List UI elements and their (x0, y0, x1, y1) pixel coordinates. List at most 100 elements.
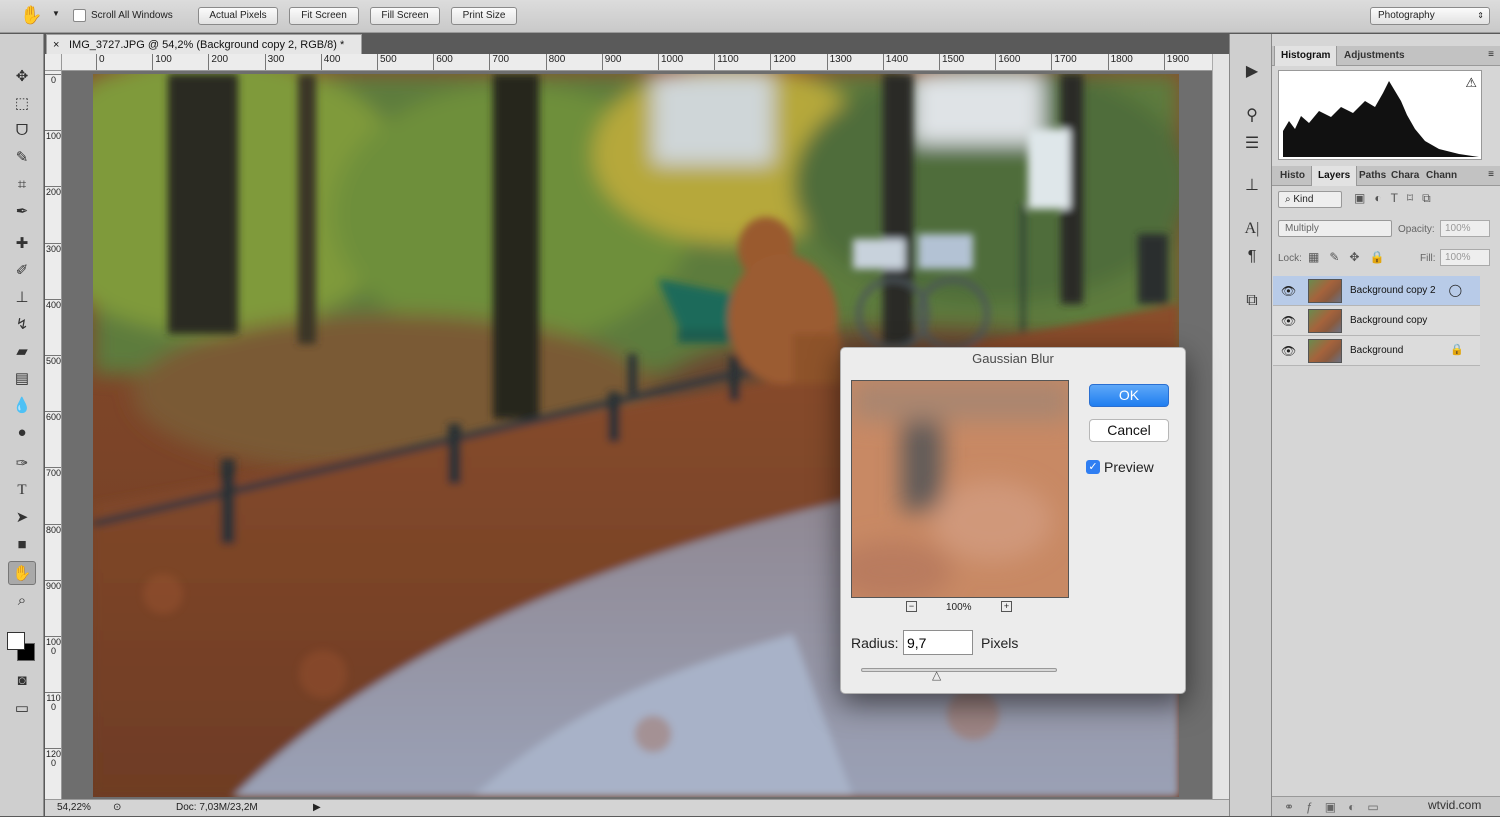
ruler-tick-label: 1600 (995, 54, 1020, 70)
ruler-tick-label: 1700 (1051, 54, 1077, 70)
histogram-tabs: Histogram Adjustments ≡ (1272, 46, 1500, 66)
dodge-icon[interactable]: ● (8, 420, 36, 444)
pen-icon[interactable]: ✑ (8, 451, 36, 475)
fill-screen-button[interactable]: Fill Screen (370, 7, 440, 25)
panel-menu-icon[interactable]: ≡ (1488, 49, 1494, 60)
ruler-tick-label: 1900 (1163, 54, 1189, 70)
move-icon[interactable]: ✥ (8, 64, 36, 88)
type-icon[interactable]: T (8, 478, 36, 502)
zoom-out-icon[interactable]: − (906, 601, 917, 612)
character-icon[interactable]: A| (1240, 218, 1264, 240)
ruler-tick-label: 400 (45, 298, 61, 339)
close-icon[interactable]: × (53, 35, 59, 55)
ruler-tick-label: 500 (45, 355, 61, 395)
zoom-in-icon[interactable]: + (1001, 601, 1012, 612)
hand-tool-preset-icon[interactable]: ✋ (20, 5, 42, 26)
chevron-down-icon[interactable]: ▼ (52, 9, 60, 18)
ruler-tick-label: 800 (545, 54, 565, 70)
radius-slider[interactable] (861, 668, 1057, 672)
document-tab[interactable]: × IMG_3727.JPG @ 54,2% (Background copy … (46, 34, 362, 54)
scroll-all-windows-checkbox[interactable] (73, 9, 86, 22)
eye-icon[interactable]: 👁 (1281, 344, 1296, 358)
foreground-color-swatch[interactable] (7, 632, 25, 650)
vertical-scrollbar[interactable] (1212, 54, 1229, 799)
lock-icon[interactable]: 🔒 (1450, 343, 1464, 356)
marquee-icon[interactable]: ⬚ (8, 91, 36, 115)
brush-presets-icon[interactable]: ⚲ (1240, 104, 1264, 126)
zoom-icon[interactable]: ⌕ (8, 588, 36, 612)
eraser-icon[interactable]: ▰ (8, 339, 36, 363)
fit-screen-button[interactable]: Fit Screen (289, 7, 359, 25)
ruler-tick-label: 900 (601, 54, 621, 70)
eye-icon[interactable]: 👁 (1281, 314, 1296, 328)
rectangle-shape-icon[interactable]: ■ (8, 532, 36, 556)
eyedropper-icon[interactable]: ✒ (8, 199, 36, 223)
layer-row[interactable]: 👁 Background copy 2 ◯ (1273, 276, 1480, 306)
eye-icon[interactable]: 👁 (1281, 284, 1296, 298)
preview-zoom-level: 100% (946, 602, 972, 613)
play-actions-icon[interactable]: ▶ (1240, 60, 1264, 82)
brush-icon[interactable]: ✐ (8, 258, 36, 282)
workspace-select[interactable]: Photography ⇕ (1370, 7, 1490, 25)
actual-pixels-button[interactable]: Actual Pixels (198, 7, 278, 25)
tab-adjustments[interactable]: Adjustments (1338, 46, 1411, 66)
slider-thumb-icon[interactable]: △ (932, 668, 941, 682)
ok-button[interactable]: OK (1089, 384, 1169, 407)
crop-icon[interactable]: ⌗ (8, 172, 36, 196)
paragraph-styles-icon[interactable]: ⧉ (1240, 290, 1264, 312)
histogram-graph (1283, 81, 1479, 157)
panel-dock: ▶ ⚲ ☰ ⊥ A| ¶ ⧉ (1229, 34, 1272, 816)
kind-filter-select[interactable]: ⌕ Kind (1278, 191, 1342, 208)
clone-source-icon[interactable]: ⊥ (1240, 174, 1264, 196)
fill-field[interactable]: 100% (1440, 249, 1490, 266)
lasso-icon[interactable]: ᗜ (8, 118, 36, 142)
radius-input[interactable] (903, 630, 973, 655)
doc-size: Doc: 7,03M/23,2M (176, 802, 258, 813)
lock-icons[interactable]: ▦✎✥🔒 (1308, 250, 1394, 264)
warning-icon[interactable]: ⚠ (1465, 75, 1477, 91)
print-size-button[interactable]: Print Size (451, 7, 517, 25)
gaussian-blur-dialog: Gaussian Blur − 100% + OK Cancel ✓ Previ… (840, 347, 1186, 694)
blur-preview[interactable] (851, 380, 1069, 598)
tab-history[interactable]: Histo (1274, 166, 1311, 186)
ruler-origin[interactable] (45, 54, 62, 71)
blur-icon[interactable]: 💧 (8, 393, 36, 417)
tab-layers[interactable]: Layers (1311, 166, 1358, 186)
vertical-ruler[interactable]: 0 100 200 300 400 500 600 700 800 900 1000 1100 1200 (45, 71, 62, 799)
screen-mode-icon[interactable]: ▭ (8, 696, 36, 720)
layer-thumbnail (1308, 309, 1342, 333)
path-selection-icon[interactable]: ➤ (8, 505, 36, 529)
ruler-tick-label: 1000 (658, 54, 683, 70)
layer-name: Background copy 2 (1350, 285, 1436, 296)
status-menu-arrow-icon[interactable]: ▶ (313, 800, 321, 816)
healing-brush-icon[interactable]: ✚ (8, 231, 36, 255)
lock-label: Lock: (1278, 253, 1302, 264)
tab-histogram[interactable]: Histogram (1274, 46, 1338, 66)
radius-unit: Pixels (981, 635, 1019, 651)
status-share-icon[interactable]: ⊙ (113, 800, 121, 816)
quick-mask-icon[interactable]: ◙ (8, 668, 36, 692)
layers-panel-menu-icon[interactable]: ≡ (1488, 169, 1494, 180)
gradient-icon[interactable]: ▤ (8, 366, 36, 390)
smart-filter-icon[interactable]: ◯ (1449, 283, 1462, 297)
opacity-value: 100% (1445, 223, 1471, 234)
layer-row[interactable]: 👁 Background 🔒 (1273, 336, 1480, 366)
paragraph-icon[interactable]: ¶ (1240, 246, 1264, 268)
cancel-button[interactable]: Cancel (1089, 419, 1169, 442)
ruler-tick-label: 1200 (770, 54, 796, 70)
horizontal-ruler[interactable]: 0 100 200 300 400 500 600 700 800 900 1000 1100 1200… (62, 54, 1212, 71)
ruler-tick-label: 1100 (45, 692, 61, 732)
hand-icon[interactable]: ✋ (8, 561, 36, 585)
tab-channels[interactable]: Chann (1420, 166, 1463, 186)
blend-mode-select[interactable]: Multiply (1278, 220, 1392, 237)
ruler-tick-label: 400 (320, 54, 340, 70)
clone-stamp-icon[interactable]: ⊥ (8, 285, 36, 309)
properties-sliders-icon[interactable]: ☰ (1240, 132, 1264, 154)
options-bar: ✋ ▼ Scroll All Windows Actual Pixels Fit… (0, 0, 1500, 33)
history-brush-icon[interactable]: ↯ (8, 312, 36, 336)
opacity-field[interactable]: 100% (1440, 220, 1490, 237)
preview-checkbox[interactable]: ✓ (1086, 460, 1100, 474)
quick-select-icon[interactable]: ✎ (8, 145, 36, 169)
zoom-level[interactable]: 54,22% (57, 800, 91, 816)
layer-row[interactable]: 👁 Background copy (1273, 306, 1480, 336)
